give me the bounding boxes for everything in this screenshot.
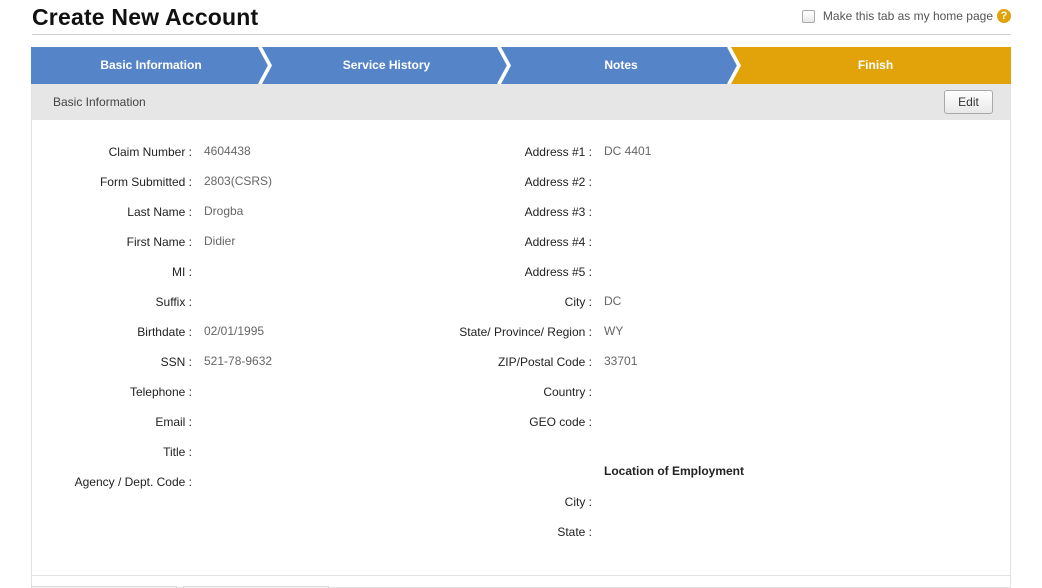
address-1-label: Address #1 :	[524, 145, 592, 159]
title-label: Title :	[163, 445, 192, 459]
agency-dept-code-label: Agency / Dept. Code :	[74, 475, 192, 489]
address-4-label: Address #4 :	[524, 235, 592, 249]
city-label: City :	[564, 295, 592, 309]
panel-title: Basic Information	[53, 95, 146, 109]
first-name-value: Didier	[204, 234, 236, 248]
address-1-value: DC 4401	[604, 144, 652, 158]
home-page-label[interactable]: Make this tab as my home page	[823, 9, 993, 23]
wizard-steps: Basic Information Service History Notes …	[31, 47, 1011, 84]
country-label: Country :	[543, 385, 592, 399]
zip-postal-code-label: ZIP/Postal Code :	[497, 355, 592, 369]
wizard-step-finish[interactable]: Finish	[740, 47, 1011, 84]
edit-button[interactable]: Edit	[944, 90, 993, 114]
form-submitted-value: 2803(CSRS)	[204, 174, 273, 188]
wizard-step-basic-information[interactable]: Basic Information	[31, 47, 271, 84]
state-province-region-label: State/ Province/ Region :	[459, 325, 592, 339]
zip-postal-code-value: 33701	[604, 354, 638, 368]
birthdate-value: 02/01/1995	[204, 324, 265, 338]
birthdate-label: Birthdate :	[137, 325, 192, 339]
title-divider	[32, 34, 1011, 35]
home-page-checkbox[interactable]	[801, 9, 815, 23]
page-title: Create New Account	[32, 4, 259, 30]
mi-label: MI :	[172, 265, 192, 279]
ssn-label: SSN :	[160, 355, 192, 369]
wizard-step-service-history[interactable]: Service History	[271, 47, 502, 84]
claim-number-value: 4604438	[204, 144, 251, 158]
first-name-label: First Name :	[126, 235, 192, 249]
panel-footer-divider	[32, 575, 1010, 576]
email-label: Email :	[155, 415, 192, 429]
suffix-label: Suffix :	[155, 295, 192, 309]
employment-city-label: City :	[564, 495, 592, 509]
state-province-region-value: WY	[604, 324, 624, 338]
employment-state-label: State :	[557, 525, 592, 539]
help-icon[interactable]: ?	[997, 9, 1011, 23]
last-name-label: Last Name :	[127, 205, 192, 219]
address-2-label: Address #2 :	[524, 175, 592, 189]
location-of-employment-heading: Location of Employment	[604, 464, 745, 478]
telephone-label: Telephone :	[129, 385, 192, 399]
wizard-step-notes[interactable]: Notes	[502, 47, 740, 84]
address-3-label: Address #3 :	[524, 205, 592, 219]
last-name-value: Drogba	[204, 204, 244, 218]
address-5-label: Address #5 :	[524, 265, 592, 279]
basic-information-panel: Basic Information Edit Claim Number : 46…	[31, 84, 1011, 588]
geo-code-label: GEO code :	[529, 415, 592, 429]
ssn-value: 521-78-9632	[204, 354, 273, 368]
panel-header: Basic Information Edit	[32, 84, 1010, 120]
home-page-toggle[interactable]: Make this tab as my home page ?	[801, 9, 1011, 23]
city-value: DC	[604, 294, 622, 308]
form-submitted-label: Form Submitted :	[99, 175, 192, 189]
claim-number-label: Claim Number :	[108, 145, 192, 159]
